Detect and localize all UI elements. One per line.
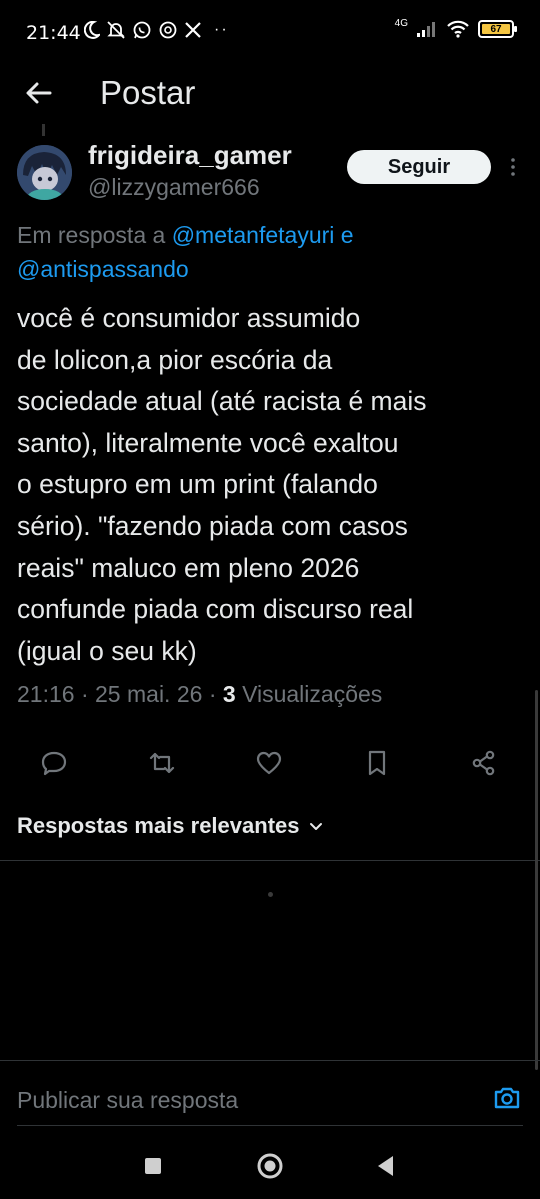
threads-icon — [159, 21, 177, 39]
signal-icon — [417, 22, 435, 37]
like-button[interactable] — [246, 740, 292, 786]
avatar[interactable] — [17, 145, 72, 200]
post-text-line: reais" maluco em pleno 2026 — [17, 552, 360, 583]
avatar-image — [17, 145, 72, 200]
battery-level: 67 — [482, 24, 510, 35]
post-text-line: o estupro em um print (falando — [17, 469, 378, 500]
repost-button[interactable] — [139, 740, 185, 786]
status-bar: 21:44 ·· 4G 67 — [0, 0, 540, 66]
mention-link-1[interactable]: @metanfetayuri — [172, 222, 335, 248]
meta-separator: · — [80, 681, 89, 707]
thread-connector-line — [42, 124, 45, 136]
input-underline — [17, 1125, 523, 1126]
back-arrow-icon[interactable] — [22, 76, 56, 110]
back-button[interactable] — [372, 1152, 400, 1180]
post-text-line: (igual o seu kk) — [17, 635, 197, 666]
post-text-line: de lolicon,a pior escória da — [17, 344, 333, 375]
post-text-line: sério). "fazendo piada com casos — [17, 510, 408, 541]
post-text-line: santo), literalmente você exaltou — [17, 427, 399, 458]
author-handle[interactable]: @lizzygamer666 — [88, 174, 260, 201]
more-options-icon[interactable] — [506, 152, 520, 182]
recents-icon — [145, 1158, 161, 1174]
views-label[interactable]: Visualizações — [242, 681, 382, 707]
post-actions — [0, 740, 540, 786]
post-metadata: 21:16 · 25 mai. 26 · 3 Visualizações — [17, 681, 382, 708]
post-body: você é consumidor assumido de lolicon,a … — [17, 298, 532, 672]
share-icon — [472, 750, 495, 776]
scrollbar[interactable] — [535, 690, 538, 1070]
top-app-bar: Postar — [0, 66, 540, 124]
loading-indicator — [268, 892, 273, 897]
follow-button[interactable]: Seguir — [347, 150, 491, 184]
sort-label: Respostas mais relevantes — [17, 813, 300, 838]
home-button[interactable] — [256, 1152, 284, 1180]
x-icon — [185, 22, 201, 38]
divider — [0, 1060, 540, 1061]
views-count[interactable]: 3 — [223, 681, 236, 707]
repost-icon — [149, 752, 175, 774]
wifi-icon — [447, 20, 469, 38]
divider — [0, 860, 540, 861]
camera-icon[interactable] — [492, 1083, 522, 1113]
whatsapp-icon — [133, 21, 151, 39]
more-notifications: ·· — [214, 21, 229, 38]
chevron-down-icon — [309, 823, 322, 830]
bookmark-icon — [368, 750, 386, 776]
post-text-line: confunde piada com discurso real — [17, 594, 414, 625]
notification-icons: ·· — [84, 20, 229, 40]
author-name[interactable]: frigideira_gamer — [88, 140, 292, 171]
back-triangle-icon — [378, 1156, 393, 1176]
reply-button[interactable] — [31, 740, 77, 786]
post-text-line: sociedade atual (até racista é mais — [17, 386, 427, 417]
meta-separator: · — [208, 681, 217, 707]
recents-button[interactable] — [139, 1152, 167, 1180]
reply-context: Em resposta a @metanfetayuri e @antispas… — [17, 218, 527, 286]
system-navigation-bar — [0, 1130, 540, 1199]
home-icon — [257, 1153, 283, 1179]
reply-prefix: Em resposta a — [17, 222, 166, 248]
post-date[interactable]: 25 mai. 26 — [95, 681, 202, 707]
mention-link-2[interactable]: @antispassando — [17, 256, 189, 282]
post-text-line: você é consumidor assumido — [17, 303, 361, 333]
reply-input[interactable] — [17, 1082, 477, 1118]
share-button[interactable] — [461, 740, 507, 786]
like-icon — [256, 751, 282, 775]
page-title: Postar — [100, 74, 196, 111]
post-time[interactable]: 21:16 — [17, 681, 75, 707]
moon-icon — [84, 21, 100, 39]
reply-icon — [41, 751, 67, 776]
network-type: 4G — [394, 17, 408, 29]
replies-sort-dropdown[interactable]: Respostas mais relevantes — [17, 813, 324, 839]
system-icons: 4G 67 — [394, 17, 517, 38]
bell-off-icon — [107, 21, 125, 39]
status-time: 21:44 — [26, 22, 81, 44]
reply-joiner: e — [340, 222, 354, 248]
bookmark-button[interactable] — [354, 740, 400, 786]
battery-icon: 67 — [478, 20, 517, 38]
